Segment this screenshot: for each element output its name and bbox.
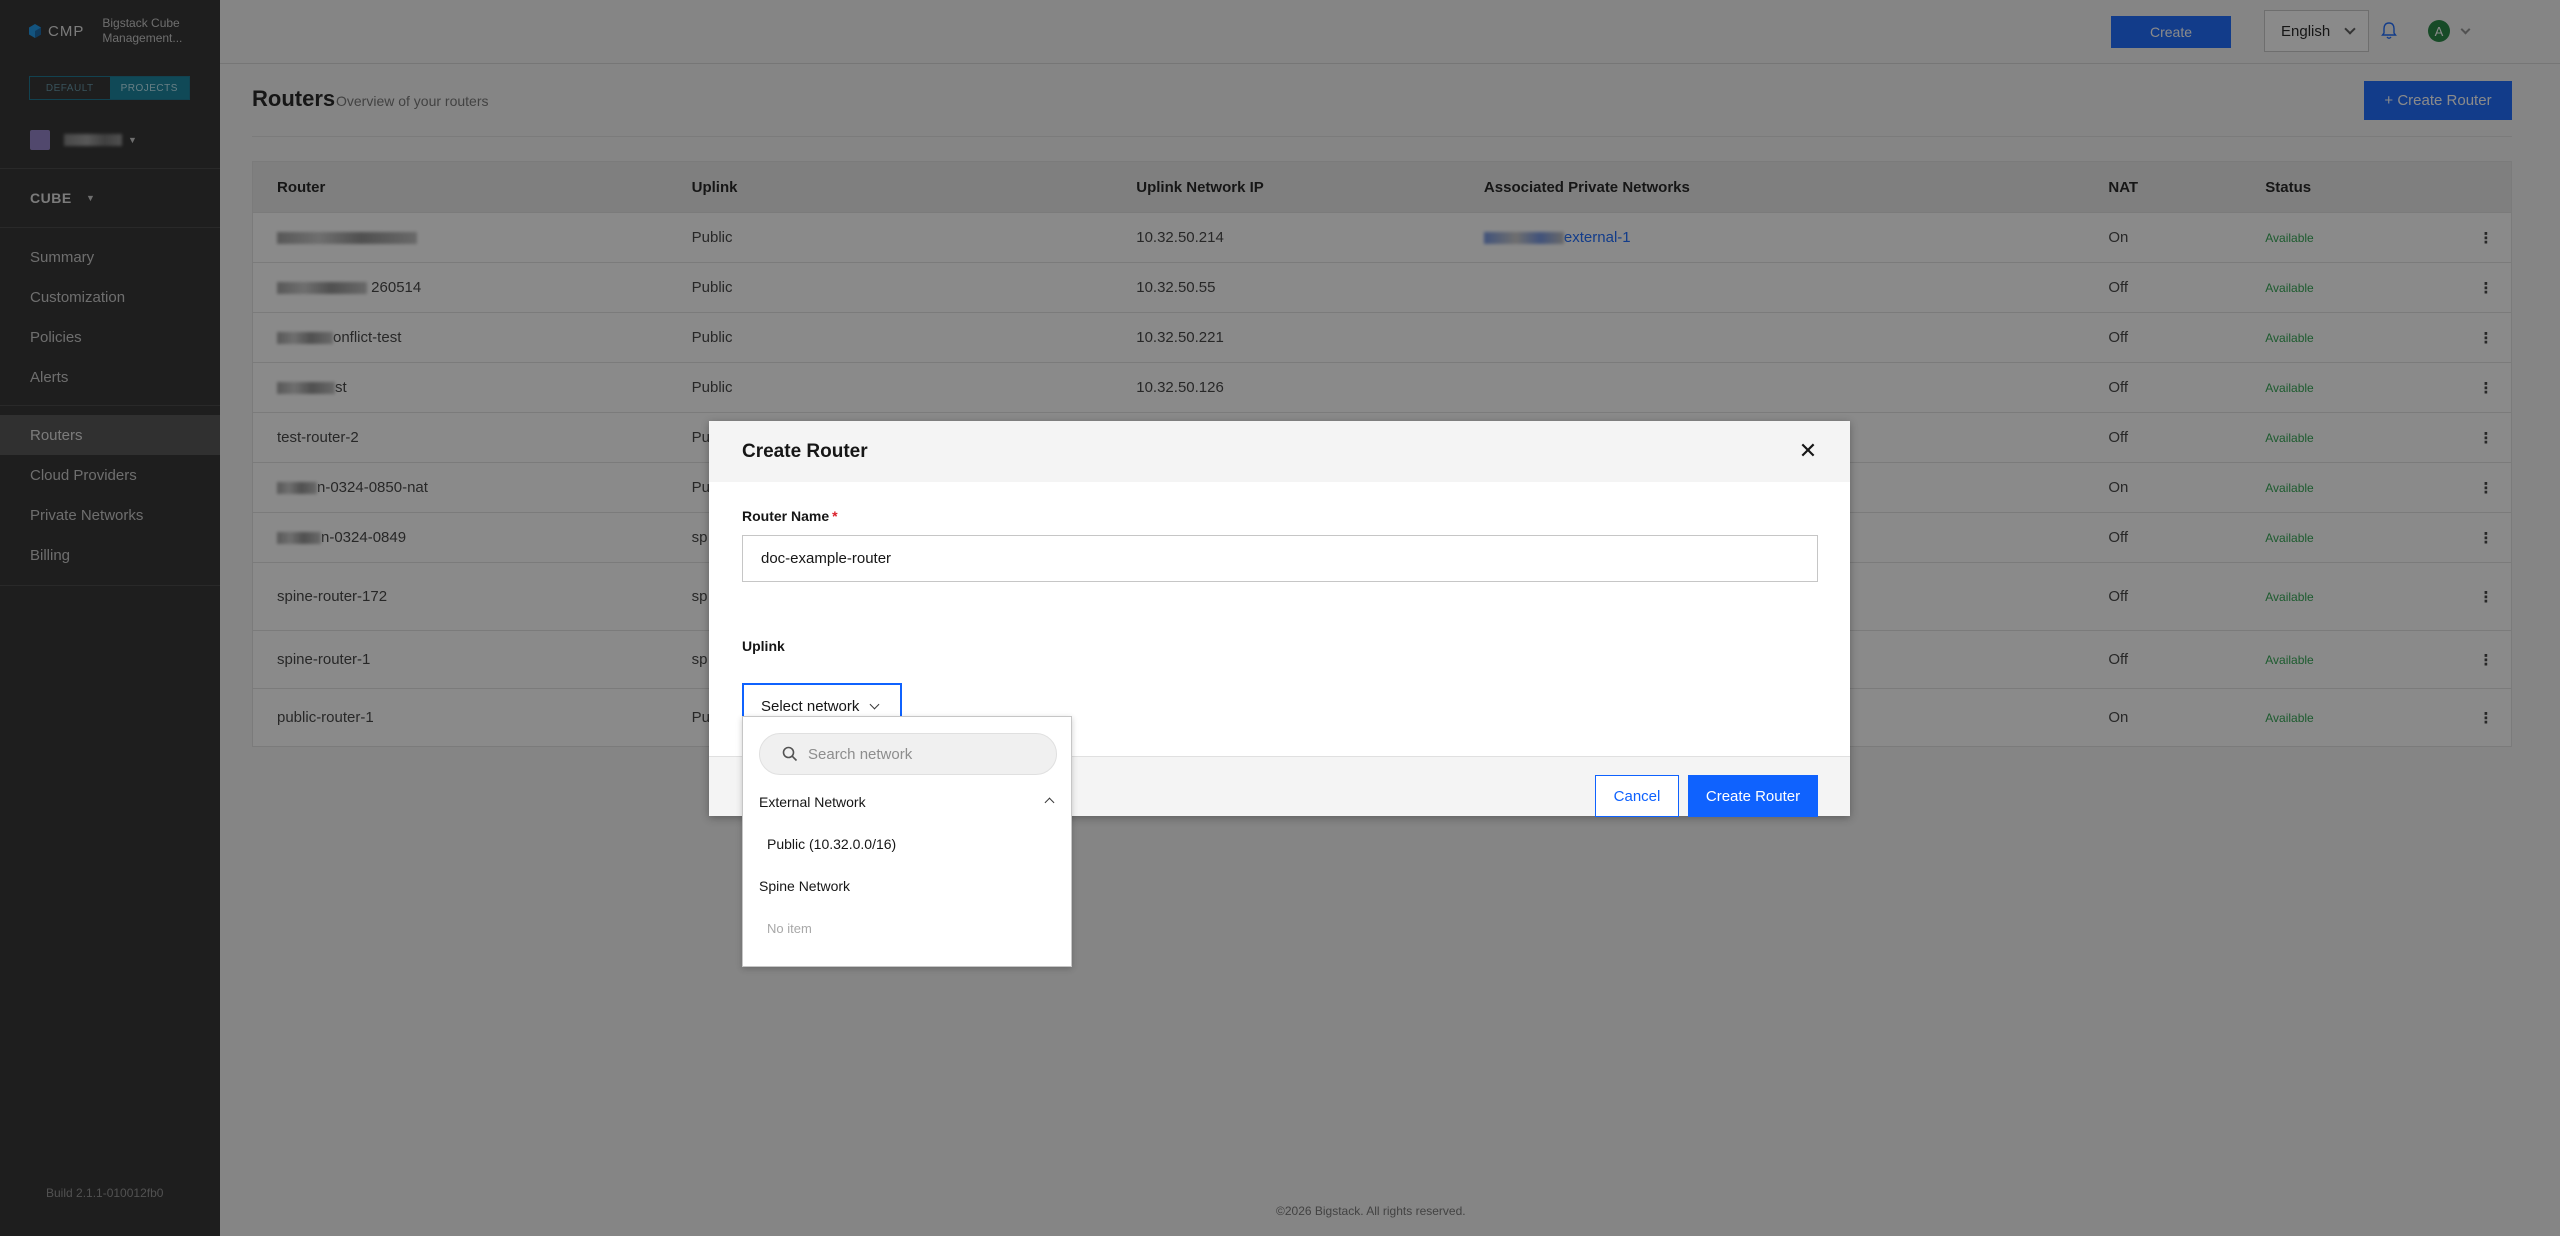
search-icon <box>782 746 798 762</box>
modal-body: Router Name* Uplink Select network <box>709 482 1850 756</box>
uplink-label: Uplink <box>742 638 785 654</box>
required-marker: * <box>832 508 838 524</box>
cancel-button[interactable]: Cancel <box>1595 775 1679 817</box>
chevron-up-icon <box>1044 797 1055 808</box>
uplink-dropdown-menu: External Network Public (10.32.0.0/16) S… <box>742 716 1072 967</box>
modal-title: Create Router <box>709 421 1850 482</box>
group-spine-network[interactable]: Spine Network <box>759 878 1057 894</box>
option-public-network[interactable]: Public (10.32.0.0/16) <box>767 836 896 852</box>
router-name-label: Router Name * <box>742 508 838 524</box>
close-icon[interactable]: ✕ <box>1796 438 1820 463</box>
chevron-down-icon <box>869 699 880 710</box>
router-name-input[interactable] <box>742 535 1818 582</box>
no-item-placeholder: No item <box>767 921 812 936</box>
group-external-network[interactable]: External Network <box>759 794 1057 810</box>
network-search-input[interactable] <box>808 745 1038 763</box>
network-search[interactable] <box>759 733 1057 775</box>
create-router-submit-button[interactable]: Create Router <box>1688 775 1818 817</box>
uplink-select-value: Select network <box>761 697 860 715</box>
